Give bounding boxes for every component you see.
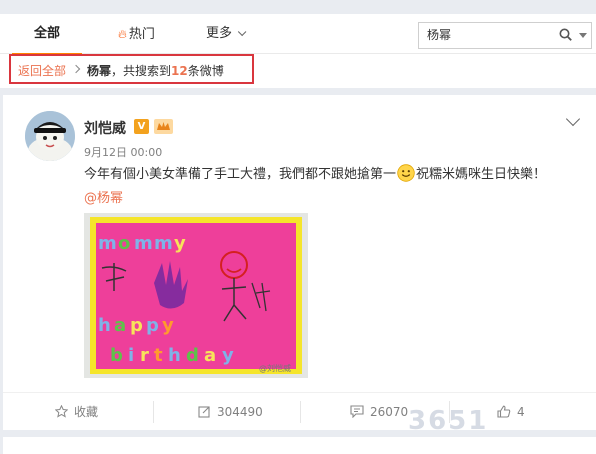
post-action-bar: 收藏 304490 26070 4 — [3, 392, 596, 430]
forward-icon — [198, 406, 210, 418]
svg-text:t: t — [154, 345, 163, 366]
post-time[interactable]: 9月12日 00:00 — [84, 144, 162, 160]
search-result-summary: 杨幂，共搜索到12条微博 — [87, 62, 224, 79]
chevron-down-icon — [237, 27, 247, 37]
svg-text:a: a — [114, 315, 126, 336]
avatar[interactable] — [25, 111, 75, 161]
comment-button[interactable]: 26070 — [350, 393, 408, 431]
svg-text:h: h — [168, 345, 181, 366]
like-count: 4 — [517, 405, 525, 419]
comment-count: 26070 — [370, 405, 409, 419]
svg-text:h: h — [98, 315, 111, 336]
svg-text:p: p — [146, 315, 159, 336]
result-count: 12 — [171, 64, 188, 78]
svg-text:m: m — [154, 233, 173, 254]
search-input[interactable]: 杨幂 — [427, 23, 451, 48]
svg-text:y: y — [162, 315, 174, 336]
divider — [300, 401, 301, 423]
svg-text:m: m — [98, 233, 117, 254]
member-badge-icon[interactable] — [154, 119, 173, 134]
search-keyword: 杨幂 — [87, 64, 112, 78]
tab-more-label: 更多 — [206, 26, 233, 41]
image-watermark: @刘恺威 — [259, 364, 291, 373]
username[interactable]: 刘恺威 — [84, 118, 126, 138]
search-icon[interactable] — [559, 28, 572, 41]
next-post-card — [3, 437, 596, 454]
site-watermark: 3651 — [408, 406, 489, 436]
back-to-all-link[interactable]: 返回全部 — [18, 62, 66, 79]
fire-icon: 🔥︎ — [118, 27, 127, 41]
divider — [153, 401, 154, 423]
comment-icon — [350, 405, 364, 418]
chevron-right-icon — [71, 64, 81, 74]
forward-count: 304490 — [217, 405, 263, 419]
forward-button[interactable]: 304490 — [198, 393, 263, 431]
tab-all-label: 全部 — [33, 26, 60, 41]
svg-text:p: p — [130, 315, 143, 336]
thumbs-up-icon — [497, 405, 511, 418]
weibo-post-card: 刘恺威 V 9月12日 00:00 今年有個小美女準備了手工大禮，我們都不跟她搶… — [3, 95, 596, 430]
post-text: 今年有個小美女準備了手工大禮，我們都不跟她搶第一 祝糯米媽咪生日快樂！ — [84, 163, 546, 182]
svg-text:i: i — [128, 345, 134, 366]
mention-link[interactable]: @杨幂 — [84, 187, 123, 206]
tab-bar: 全部 🔥︎ 热门 更多 杨幂 — [0, 14, 596, 55]
breadcrumb: 返回全部 杨幂，共搜索到12条微博 — [9, 54, 254, 84]
post-text-part2: 祝糯米媽咪生日快樂！ — [416, 167, 547, 182]
favorite-label: 收藏 — [74, 405, 99, 419]
tab-hot[interactable]: 🔥︎ 热门 — [118, 14, 155, 54]
svg-text:d: d — [186, 345, 199, 366]
search-box[interactable]: 杨幂 — [418, 22, 592, 49]
tab-hot-label: 热门 — [128, 27, 155, 42]
like-button[interactable]: 4 — [497, 393, 525, 431]
svg-text:o: o — [118, 233, 130, 254]
post-menu-chevron-icon[interactable] — [565, 111, 581, 127]
svg-text:m: m — [134, 233, 153, 254]
svg-text:y: y — [174, 233, 186, 254]
tab-all[interactable]: 全部 — [12, 14, 82, 55]
filter-card: 全部 🔥︎ 热门 更多 杨幂 返回全部 杨幂，共搜索到12条微博 — [0, 14, 596, 88]
post-text-part1: 今年有個小美女準備了手工大禮，我們都不跟她搶第一 — [84, 167, 397, 182]
result-suffix: 条微博 — [187, 64, 224, 78]
smile-emoji-icon — [397, 164, 415, 182]
birthday-card-illustration: m o m m y h a p p y b i r t h d a y — [90, 217, 302, 374]
svg-text:a: a — [204, 345, 216, 366]
tab-more[interactable]: 更多 — [206, 14, 247, 54]
verified-badge-icon[interactable]: V — [134, 119, 149, 134]
post-image[interactable]: m o m m y h a p p y b i r t h d a y @刘恺威 — [84, 213, 308, 378]
star-icon — [55, 405, 68, 418]
svg-text:r: r — [140, 345, 149, 366]
avatar-image — [25, 111, 75, 161]
result-prefix: ，共搜索到 — [111, 64, 172, 78]
svg-text:y: y — [222, 345, 234, 366]
svg-text:b: b — [110, 345, 123, 366]
favorite-button[interactable]: 收藏 — [55, 393, 98, 431]
search-dropdown-icon[interactable] — [579, 33, 587, 38]
